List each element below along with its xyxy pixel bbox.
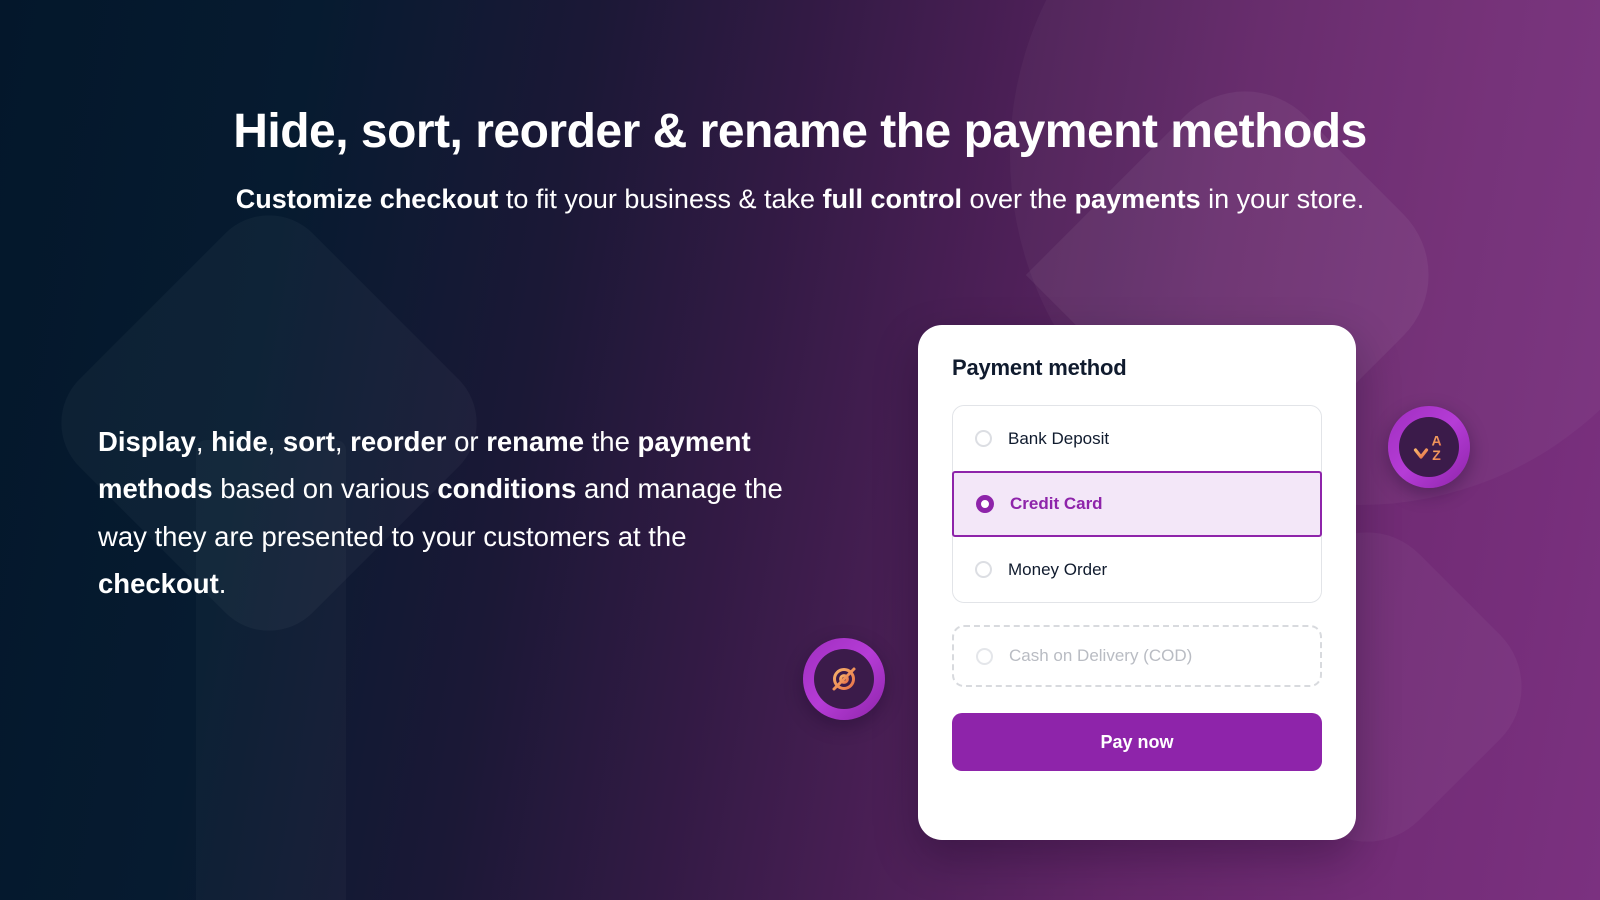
radio-icon-selected[interactable] (976, 495, 994, 513)
payment-method-card: Payment method Bank Deposit Credit Card … (918, 325, 1356, 840)
radio-icon-disabled (976, 647, 993, 665)
payment-option-label: Money Order (1008, 559, 1108, 579)
card-title: Payment method (952, 355, 1127, 380)
sort-letter-z: Z (1432, 447, 1441, 463)
badge-inner (814, 649, 874, 709)
payment-option-label: Credit Card (1010, 494, 1103, 513)
payment-options-group: Bank Deposit Credit Card Money Order (952, 405, 1322, 603)
radio-icon[interactable] (975, 430, 992, 447)
payment-option-label: Cash on Delivery (COD) (1009, 646, 1193, 665)
pay-now-button[interactable]: Pay now (952, 713, 1322, 771)
payment-option-label: Bank Deposit (1008, 428, 1110, 448)
page-subtitle: Customize checkout to fit your business … (235, 184, 1365, 214)
payment-option-cash-on-delivery: Cash on Delivery (COD) (952, 625, 1322, 687)
hide-badge[interactable] (803, 638, 885, 720)
badge-inner: A Z (1399, 417, 1459, 477)
payment-option-bank-deposit[interactable]: Bank Deposit (953, 406, 1321, 471)
radio-icon[interactable] (975, 561, 992, 578)
page-title: Hide, sort, reorder & rename the payment… (233, 105, 1367, 158)
payment-option-money-order[interactable]: Money Order (953, 537, 1321, 602)
payment-option-credit-card[interactable]: Credit Card (952, 471, 1322, 537)
feature-description: Display, hide, sort, reorder or rename t… (98, 426, 783, 599)
sort-alpha-down-icon: A Z (1413, 433, 1442, 463)
eye-off-icon (832, 667, 856, 691)
sort-alpha-down-badge[interactable]: A Z (1388, 406, 1470, 488)
promo-banner: Hide, sort, reorder & rename the payment… (0, 0, 1600, 900)
